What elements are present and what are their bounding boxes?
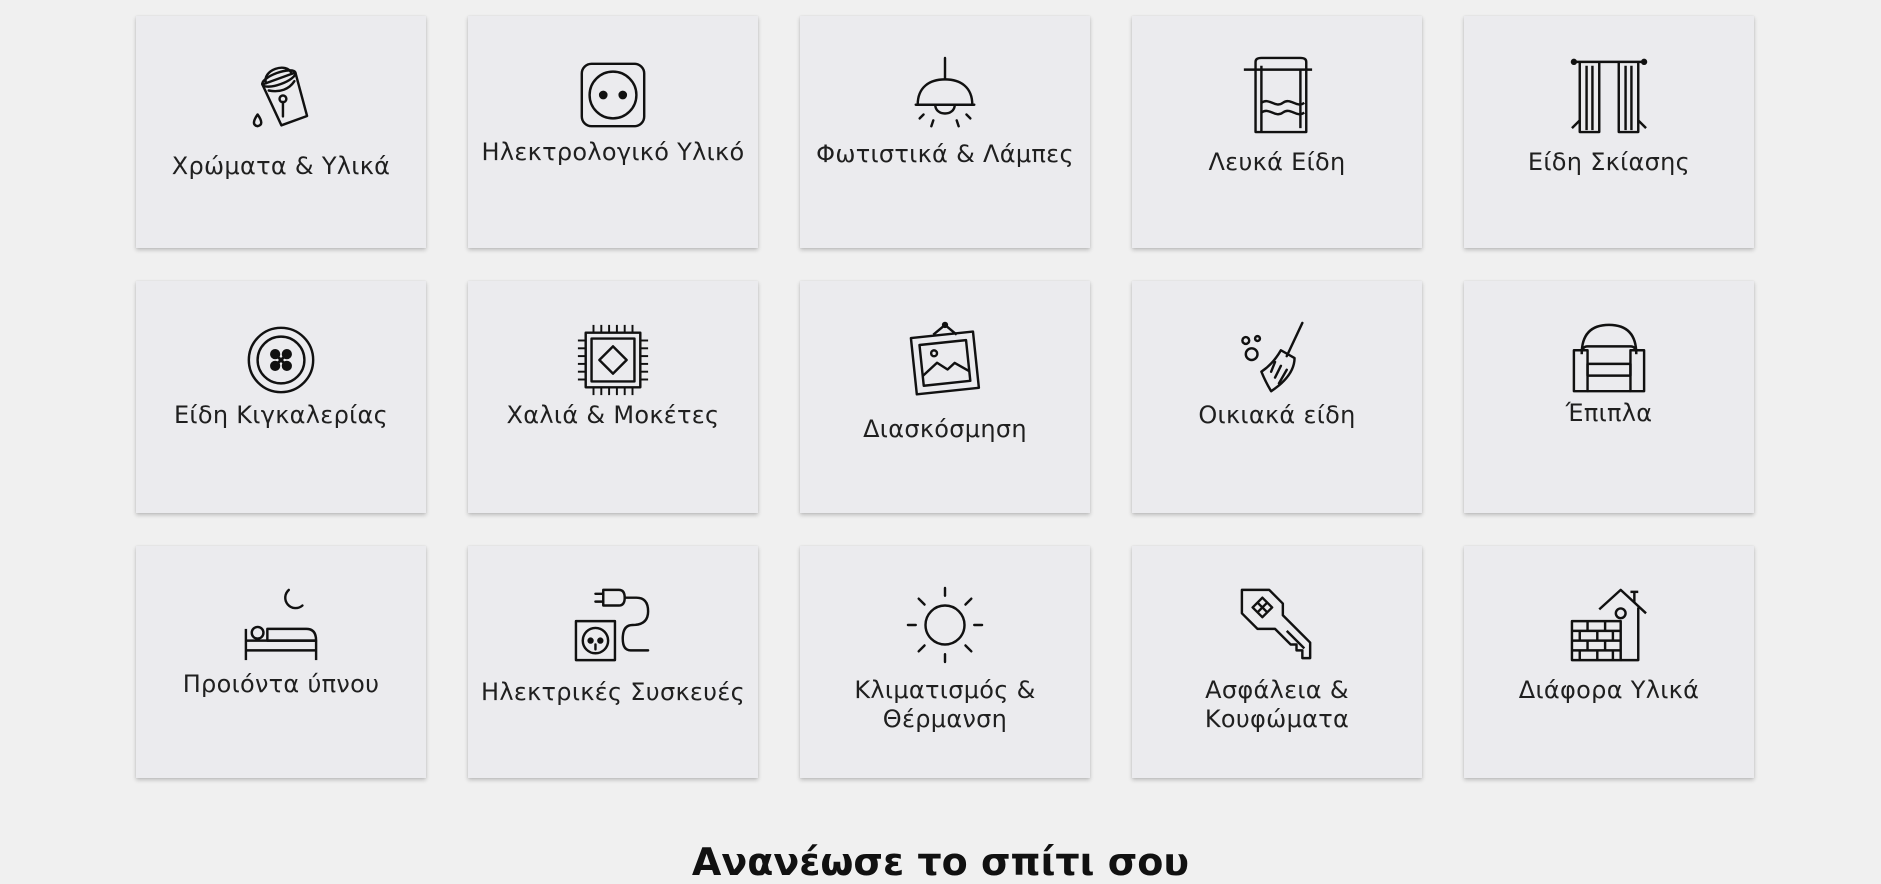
category-label: Λευκά Είδη [1208, 148, 1346, 176]
paint-bucket-icon [242, 56, 320, 134]
category-label: Ηλεκτρολογικό Υλικό [481, 138, 745, 166]
curtains-icon [1570, 56, 1648, 134]
category-label: Χαλιά & Μοκέτες [506, 401, 720, 429]
rug-icon [574, 321, 652, 399]
category-card-decoration[interactable]: Διασκόσμηση [800, 281, 1090, 513]
category-label: Χρώματα & Υλικά [171, 152, 391, 180]
sun-icon [906, 586, 984, 664]
plug-socket-icon [574, 586, 652, 664]
towel-icon [1238, 56, 1316, 134]
category-label: Διάφορα Υλικά [1518, 676, 1700, 704]
category-card-appliances[interactable]: Ηλεκτρικές Συσκευές [468, 546, 758, 778]
section-heading: Ανανέωσε το σπίτι σου [691, 840, 1190, 884]
category-label: Διασκόσμηση [863, 415, 1027, 443]
category-card-electrical[interactable]: Ηλεκτρολογικό Υλικό [468, 16, 758, 248]
category-card-hardware[interactable]: Είδη Κιγκαλερίας [136, 281, 426, 513]
brick-house-icon [1570, 586, 1648, 664]
bed-moon-icon [242, 586, 320, 664]
button-knob-icon [242, 321, 320, 399]
category-grid: Χρώματα & Υλικά Ηλεκτρολογικό Υλικό Φωτι… [136, 16, 1754, 778]
house-key-icon [1238, 586, 1316, 664]
category-card-security[interactable]: Ασφάλεια & Κουφώματα [1132, 546, 1422, 778]
category-label: Κλιματισμός & Θέρμανση [854, 676, 1036, 733]
category-card-lighting[interactable]: Φωτιστικά & Λάμπες [800, 16, 1090, 248]
category-label: Οικιακά είδη [1198, 401, 1356, 429]
category-label: Είδη Σκίασης [1527, 148, 1691, 176]
category-card-climate[interactable]: Κλιματισμός & Θέρμανση [800, 546, 1090, 778]
power-socket-icon [574, 56, 652, 134]
category-card-shading[interactable]: Είδη Σκίασης [1464, 16, 1754, 248]
category-label: Είδη Κιγκαλερίας [173, 401, 389, 429]
category-label: Έπιπλα [1565, 399, 1653, 427]
category-label: Φωτιστικά & Λάμπες [816, 140, 1074, 168]
category-card-sleep[interactable]: Προιόντα ύπνου [136, 546, 426, 778]
category-card-linens[interactable]: Λευκά Είδη [1132, 16, 1422, 248]
category-card-furniture[interactable]: Έπιπλα [1464, 281, 1754, 513]
category-label: Προιόντα ύπνου [182, 670, 380, 698]
armchair-icon [1570, 321, 1648, 399]
category-card-paints[interactable]: Χρώματα & Υλικά [136, 16, 426, 248]
category-card-household[interactable]: Οικιακά είδη [1132, 281, 1422, 513]
broom-icon [1238, 321, 1316, 399]
category-card-misc[interactable]: Διάφορα Υλικά [1464, 546, 1754, 778]
category-label: Ηλεκτρικές Συσκευές [480, 678, 746, 706]
picture-frame-icon [906, 321, 984, 399]
pendant-lamp-icon [906, 56, 984, 134]
category-label: Ασφάλεια & Κουφώματα [1204, 676, 1350, 733]
category-card-rugs[interactable]: Χαλιά & Μοκέτες [468, 281, 758, 513]
